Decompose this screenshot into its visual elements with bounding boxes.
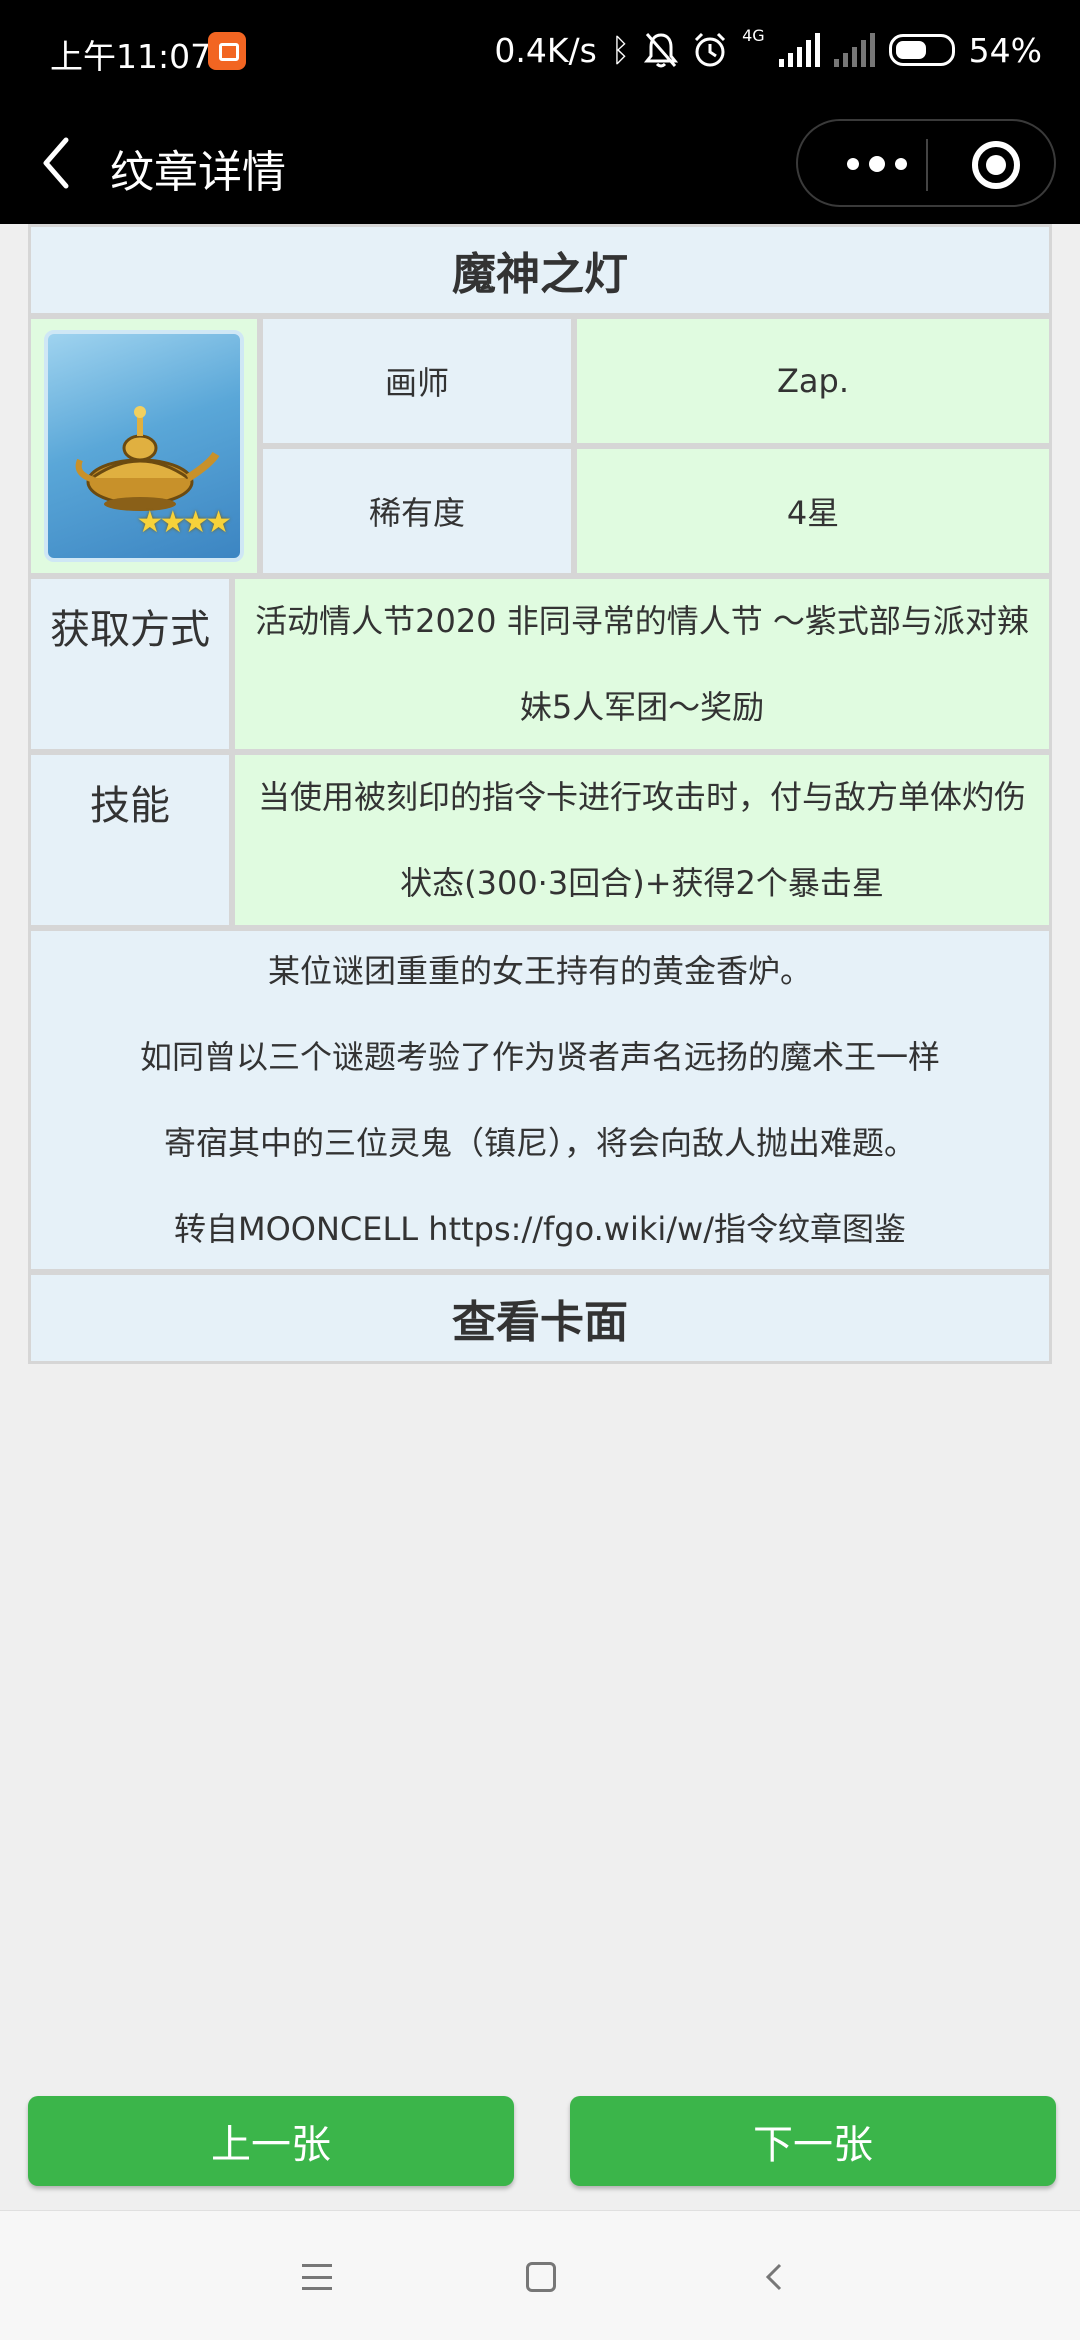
description-line: 寄宿其中的三位灵鬼（镇尼），将会向敌人抛出难题。	[163, 1124, 916, 1162]
nav-bar: 纹章详情	[0, 102, 1080, 224]
battery-level: 54%	[968, 30, 1042, 70]
description-line: 如同曾以三个谜题考验了作为贤者声名远扬的魔术王一样	[139, 1038, 940, 1076]
status-bar: 上午11:07 0.4K/s ᛒ 4G 54%	[0, 0, 1080, 102]
prev-button[interactable]: 上一张	[28, 2096, 514, 2186]
system-back-icon[interactable]	[758, 2259, 794, 2295]
next-button[interactable]: 下一张	[570, 2096, 1056, 2186]
alarm-icon	[695, 32, 726, 67]
bell-off-icon	[644, 33, 679, 68]
status-right: 0.4K/s ᛒ 4G 54%	[494, 26, 1042, 70]
emblem-name: 魔神之灯	[28, 224, 1052, 316]
app-notification-icon	[208, 32, 246, 70]
signal-icon	[778, 33, 820, 67]
description-cell: 某位谜团重重的女王持有的黄金香炉。 如同曾以三个谜题考验了作为贤者声名远扬的魔术…	[28, 928, 1052, 1272]
description-source-link[interactable]: 转自MOONCELL https://fgo.wiki/w/指令纹章图鉴	[166, 1186, 914, 1272]
description-line: 某位谜团重重的女王持有的黄金香炉。	[267, 952, 812, 990]
home-icon[interactable]	[526, 2262, 556, 2292]
emblem-image-cell: ★★★★	[28, 316, 260, 576]
network-type: 4G	[742, 26, 765, 45]
battery-icon	[888, 34, 955, 66]
artist-label: 画师	[260, 316, 574, 446]
more-icon[interactable]	[832, 141, 922, 187]
bluetooth-icon: ᛒ	[610, 31, 631, 69]
signal-2-icon	[833, 33, 875, 67]
menu-icon[interactable]	[302, 2264, 332, 2290]
system-nav-bar	[0, 2210, 1080, 2340]
skill-value: 当使用被刻印的指令卡进行攻击时，付与敌方单体灼伤状态(300·3回合)+获得2个…	[232, 752, 1052, 928]
rarity-value: 4星	[574, 446, 1052, 576]
rarity-stars: ★★★★	[136, 505, 232, 540]
miniprogram-capsule	[796, 119, 1056, 207]
obtain-label: 获取方式	[28, 576, 232, 752]
close-target-icon[interactable]	[972, 141, 1020, 189]
artist-value: Zap.	[574, 316, 1052, 446]
magic-lamp-icon	[75, 406, 220, 511]
back-arrow-icon[interactable]	[30, 128, 100, 198]
obtain-value: 活动情人节2020 非同寻常的情人节 ～紫式部与派对辣妹5人军团～奖励	[232, 576, 1052, 752]
page-title: 纹章详情	[110, 147, 286, 198]
emblem-image: ★★★★	[44, 330, 244, 562]
status-time: 上午11:07	[50, 37, 212, 76]
rarity-label: 稀有度	[260, 446, 574, 576]
view-card-face-button[interactable]: 查看卡面	[28, 1272, 1052, 1364]
skill-label: 技能	[28, 752, 232, 928]
capsule-divider	[926, 139, 928, 191]
network-speed: 0.4K/s	[494, 30, 597, 70]
